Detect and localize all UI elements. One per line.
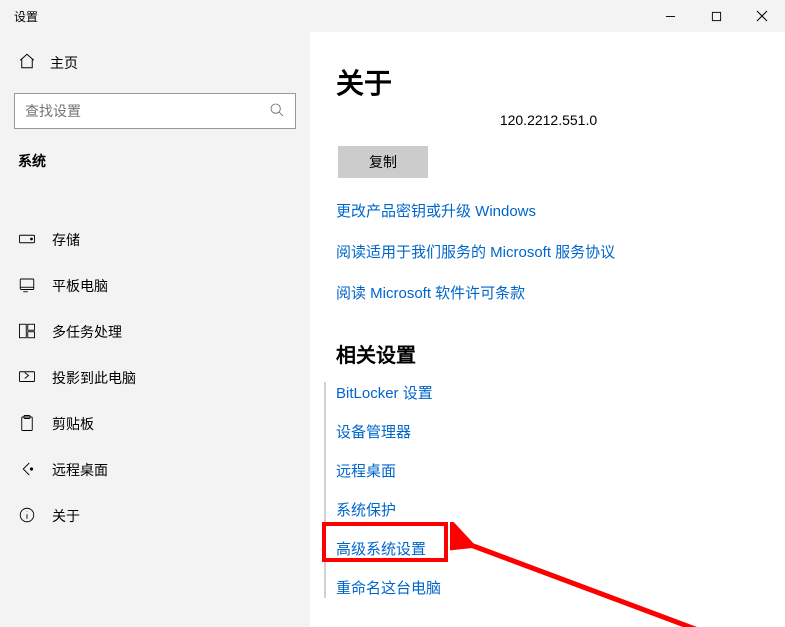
nav-item-clipboard[interactable]: 剪贴板 — [0, 401, 310, 447]
nav-item-label: 多任务处理 — [52, 322, 122, 342]
close-button[interactable] — [739, 0, 785, 32]
storage-icon — [18, 230, 36, 251]
nav-item-label: 平板电脑 — [52, 276, 108, 296]
primary-links: 更改产品密钥或升级 Windows 阅读适用于我们服务的 Microsoft 服… — [336, 200, 761, 303]
nav-item-about[interactable]: 关于 — [0, 493, 310, 539]
nav-home[interactable]: 主页 — [0, 44, 310, 81]
copy-button[interactable]: 复制 — [338, 146, 428, 178]
nav-category: 系统 — [0, 145, 310, 177]
version-text: 120.2212.551.0 — [336, 112, 761, 128]
window-controls — [647, 0, 785, 32]
nav-item-label: 远程桌面 — [52, 460, 108, 480]
nav-item-multitask[interactable]: 多任务处理 — [0, 309, 310, 355]
link-license-terms[interactable]: 阅读 Microsoft 软件许可条款 — [336, 282, 761, 303]
link-product-key[interactable]: 更改产品密钥或升级 Windows — [336, 200, 761, 221]
nav-item-storage[interactable]: 存储 — [0, 217, 310, 263]
nav-item-project[interactable]: 投影到此电脑 — [0, 355, 310, 401]
about-icon — [18, 506, 36, 527]
page-heading: 关于 — [336, 62, 761, 102]
sidebar: 主页 系统 存储 平板电脑 多任务处理 — [0, 32, 310, 627]
nav-item-label: 存储 — [52, 230, 80, 250]
nav-item-label: 剪贴板 — [52, 414, 94, 434]
maximize-button[interactable] — [693, 0, 739, 32]
main-panel: 关于 120.2212.551.0 复制 更改产品密钥或升级 Windows 阅… — [310, 32, 785, 627]
link-service-agreement[interactable]: 阅读适用于我们服务的 Microsoft 服务协议 — [336, 241, 761, 262]
settings-window: 设置 主页 系统 存储 — [0, 0, 785, 627]
link-system-protect[interactable]: 系统保护 — [336, 499, 761, 520]
link-advanced-system[interactable]: 高级系统设置 — [336, 538, 761, 559]
nav-item-label: 投影到此电脑 — [52, 368, 136, 388]
link-remote-desktop[interactable]: 远程桌面 — [336, 460, 761, 481]
clipboard-icon — [18, 414, 36, 435]
related-links: BitLocker 设置 设备管理器 远程桌面 系统保护 高级系统设置 重命名这… — [324, 382, 761, 598]
nav-item-remote[interactable]: 远程桌面 — [0, 447, 310, 493]
nav-item-label: 关于 — [52, 506, 80, 526]
window-body: 主页 系统 存储 平板电脑 多任务处理 — [0, 32, 785, 627]
multitask-icon — [18, 322, 36, 343]
search-icon — [269, 102, 285, 121]
link-rename-pc[interactable]: 重命名这台电脑 — [336, 577, 761, 598]
nav-home-label: 主页 — [50, 53, 78, 73]
tablet-icon — [18, 276, 36, 297]
nav-item-tablet[interactable]: 平板电脑 — [0, 263, 310, 309]
minimize-button[interactable] — [647, 0, 693, 32]
related-heading: 相关设置 — [336, 339, 761, 368]
link-bitlocker[interactable]: BitLocker 设置 — [336, 382, 761, 403]
remote-icon — [18, 460, 36, 481]
search-input[interactable] — [23, 102, 269, 120]
home-icon — [18, 52, 36, 73]
search-box[interactable] — [14, 93, 296, 129]
project-icon — [18, 368, 36, 389]
titlebar: 设置 — [0, 0, 785, 32]
nav-list: 存储 平板电脑 多任务处理 投影到此电脑 剪贴板 — [0, 217, 310, 539]
link-device-manager[interactable]: 设备管理器 — [336, 421, 761, 442]
window-title: 设置 — [14, 8, 38, 25]
